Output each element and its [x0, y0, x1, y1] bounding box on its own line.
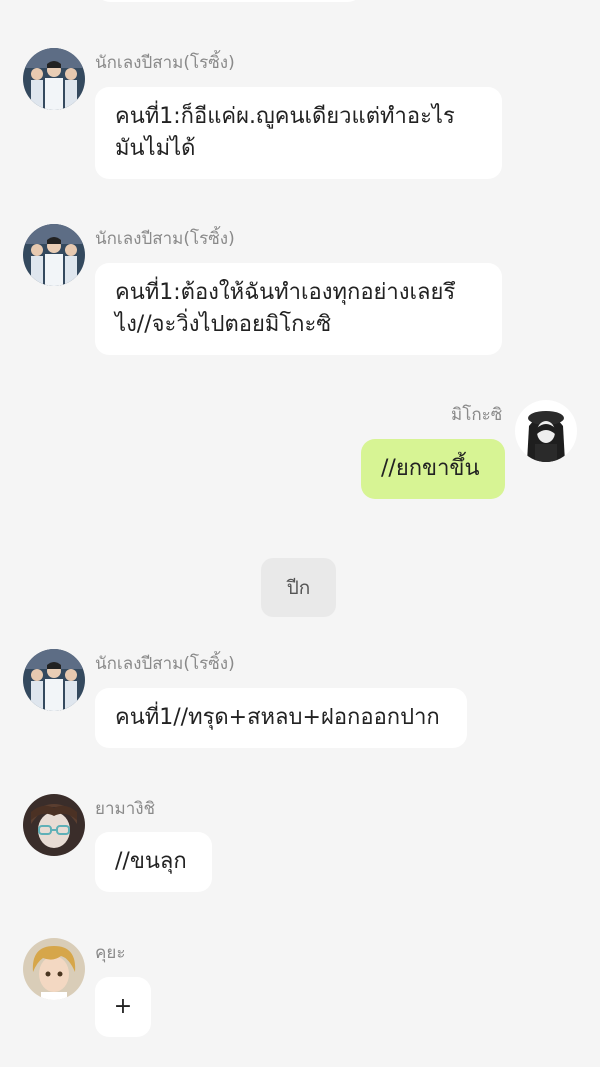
- avatar-girl-icon[interactable]: [515, 400, 577, 462]
- message-text: คนที่1:ก็อีแค่ผ.ญูคนเดียวแต่ทำอะไรมันไม่…: [115, 104, 455, 161]
- sender-name: ยามางิชิ: [95, 799, 156, 819]
- system-event-pill: ปีก: [261, 558, 336, 617]
- message-bubble[interactable]: //ขนลุก: [95, 832, 212, 892]
- message-bubble[interactable]: คนที่1//ทรุด+สหลบ+ฝอกออกปาก: [95, 688, 467, 748]
- message-text: คนที่1:ต้องให้ฉันทำเองทุกอย่างเลยรึไง//จ…: [115, 280, 456, 337]
- avatar-group-icon[interactable]: [23, 224, 85, 286]
- avatar-blonde-icon[interactable]: [23, 938, 85, 1000]
- message-bubble[interactable]: +: [95, 977, 151, 1037]
- sender-name: นักเลงปีสาม(โรซิ้ง): [95, 229, 235, 249]
- message-text: คนที่1//ทรุด+สหลบ+ฝอกออกปาก: [115, 705, 440, 730]
- sender-name: คุยะ: [95, 943, 126, 963]
- sender-name: นักเลงปีสาม(โรซิ้ง): [95, 654, 235, 674]
- message-text: +: [113, 994, 133, 1019]
- system-event-text: ปีก: [286, 576, 311, 599]
- message-bubble[interactable]: คนที่1:ก็อีแค่ผ.ญูคนเดียวแต่ทำอะไรมันไม่…: [95, 87, 502, 179]
- sender-name: มิโกะซิ: [451, 405, 503, 425]
- avatar-group-icon[interactable]: [23, 649, 85, 711]
- message-bubble[interactable]: คนที่1:ต้องให้ฉันทำเองทุกอย่างเลยรึไง//จ…: [95, 263, 502, 355]
- message-text: //ขนลุก: [115, 849, 187, 874]
- avatar-group-icon[interactable]: [23, 48, 85, 110]
- avatar-glasses-icon[interactable]: [23, 794, 85, 856]
- chat-thread: นักเลงปีสาม(โรซิ้ง) คนที่1:ก็อีแค่ผ.ญูคน…: [0, 0, 600, 1067]
- sender-name: นักเลงปีสาม(โรซิ้ง): [95, 53, 235, 73]
- message-text: //ยกขาขึ้น: [381, 456, 480, 481]
- message-bubble-outgoing[interactable]: //ยกขาขึ้น: [361, 439, 505, 499]
- previous-message-bubble-edge: [96, 0, 362, 2]
